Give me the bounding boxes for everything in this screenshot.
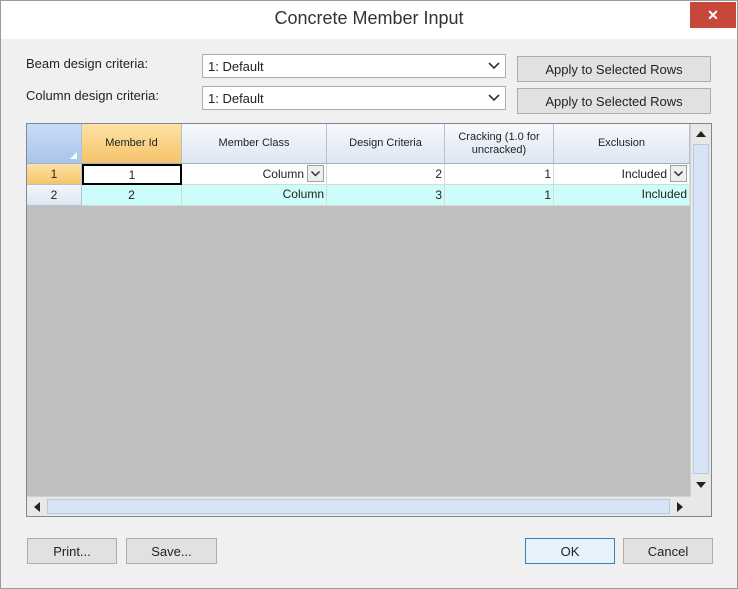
member-class-cell[interactable]: Column xyxy=(182,185,327,206)
scroll-left-button[interactable] xyxy=(28,498,46,516)
horizontal-scrollbar[interactable] xyxy=(27,496,690,516)
column-criteria-value: 1: Default xyxy=(208,91,264,106)
exclusion-cell[interactable]: Included xyxy=(554,185,690,206)
column-apply-button[interactable]: Apply to Selected Rows xyxy=(517,88,711,114)
member-class-dropdown[interactable] xyxy=(307,165,324,182)
select-all-corner[interactable] xyxy=(27,124,82,164)
header-exclusion[interactable]: Exclusion xyxy=(554,124,690,164)
arrow-down-icon xyxy=(696,482,706,488)
member-id-cell[interactable]: 2 xyxy=(82,185,182,206)
cracking-cell[interactable]: 1 xyxy=(445,164,554,185)
vertical-scrollbar[interactable] xyxy=(690,124,711,496)
vertical-scroll-thumb[interactable] xyxy=(693,144,709,474)
title-bar: Concrete Member Input ✕ xyxy=(1,1,737,39)
header-member-class[interactable]: Member Class xyxy=(182,124,327,164)
close-icon: ✕ xyxy=(707,6,719,23)
beam-criteria-select[interactable]: 1: Default xyxy=(202,54,506,78)
horizontal-scroll-thumb[interactable] xyxy=(47,499,670,514)
exclusion-dropdown[interactable] xyxy=(670,165,687,182)
scroll-down-button[interactable] xyxy=(692,476,710,494)
column-criteria-label: Column design criteria: xyxy=(26,88,159,103)
design-criteria-cell[interactable]: 2 xyxy=(327,164,445,185)
member-grid[interactable]: Member Id Member Class Design Criteria C… xyxy=(26,123,712,517)
chevron-down-icon xyxy=(488,62,500,70)
corner-triangle-icon xyxy=(70,152,77,159)
exclusion-cell[interactable]: Included xyxy=(554,164,690,185)
scroll-corner xyxy=(690,496,711,516)
column-criteria-select[interactable]: 1: Default xyxy=(202,86,506,110)
dialog-window: Concrete Member Input ✕ Beam design crit… xyxy=(0,0,738,589)
member-class-value: Column xyxy=(262,167,304,181)
header-member-id[interactable]: Member Id xyxy=(82,124,182,164)
cancel-button[interactable]: Cancel xyxy=(623,538,713,564)
arrow-up-icon xyxy=(696,131,706,137)
exclusion-value: Included xyxy=(621,167,667,181)
arrow-right-icon xyxy=(677,502,683,512)
scroll-right-button[interactable] xyxy=(671,498,689,516)
design-criteria-cell[interactable]: 3 xyxy=(327,185,445,206)
member-class-cell[interactable]: Column xyxy=(182,164,327,185)
arrow-left-icon xyxy=(34,502,40,512)
row-header[interactable]: 1 xyxy=(27,164,82,185)
chevron-down-icon xyxy=(673,170,684,177)
dialog-title: Concrete Member Input xyxy=(274,8,464,28)
beam-criteria-label: Beam design criteria: xyxy=(26,56,149,71)
beam-criteria-value: 1: Default xyxy=(208,59,264,74)
cracking-cell[interactable]: 1 xyxy=(445,185,554,206)
member-id-cell[interactable]: 1 xyxy=(82,164,182,185)
beam-apply-button[interactable]: Apply to Selected Rows xyxy=(517,56,711,82)
chevron-down-icon xyxy=(310,170,321,177)
print-button[interactable]: Print... xyxy=(27,538,117,564)
ok-button[interactable]: OK xyxy=(525,538,615,564)
row-header[interactable]: 2 xyxy=(27,185,82,206)
scroll-up-button[interactable] xyxy=(692,125,710,143)
save-button[interactable]: Save... xyxy=(126,538,217,564)
header-cracking[interactable]: Cracking (1.0 for uncracked) xyxy=(445,124,554,164)
close-button[interactable]: ✕ xyxy=(690,2,736,28)
chevron-down-icon xyxy=(488,94,500,102)
dialog-body: Beam design criteria: 1: Default Apply t… xyxy=(9,39,729,582)
header-design-criteria[interactable]: Design Criteria xyxy=(327,124,445,164)
